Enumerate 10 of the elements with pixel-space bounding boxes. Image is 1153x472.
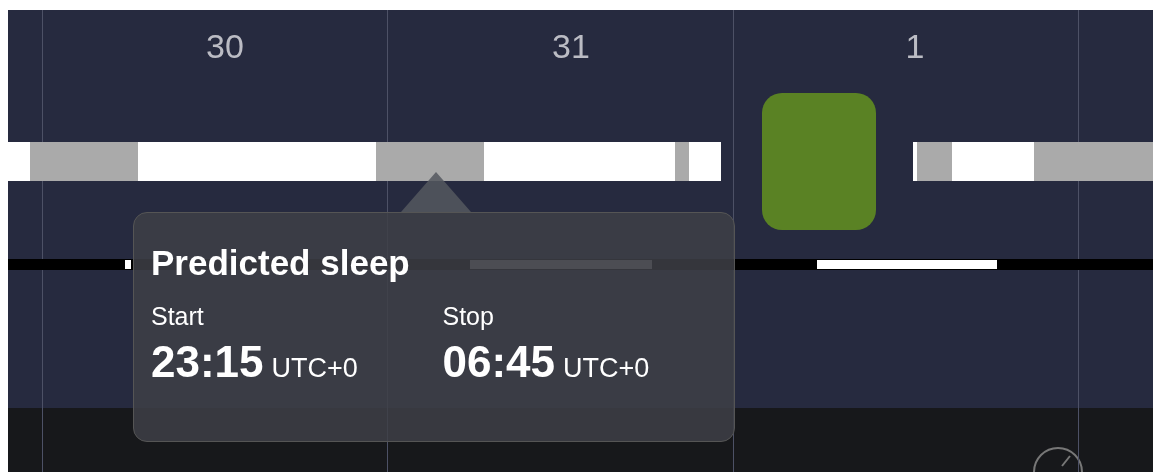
time-value: 23:15 bbox=[151, 337, 264, 387]
tooltip-title: Predicted sleep bbox=[151, 243, 410, 283]
timezone-label: UTC+0 bbox=[563, 353, 650, 384]
day-label: 30 bbox=[205, 26, 245, 66]
timezone-label: UTC+0 bbox=[271, 353, 358, 384]
day-label: 31 bbox=[551, 26, 591, 66]
field-label: Stop bbox=[442, 301, 495, 331]
day-label: 1 bbox=[904, 26, 926, 66]
time-value: 06:45 bbox=[442, 337, 556, 387]
field-label: Start bbox=[151, 301, 205, 331]
